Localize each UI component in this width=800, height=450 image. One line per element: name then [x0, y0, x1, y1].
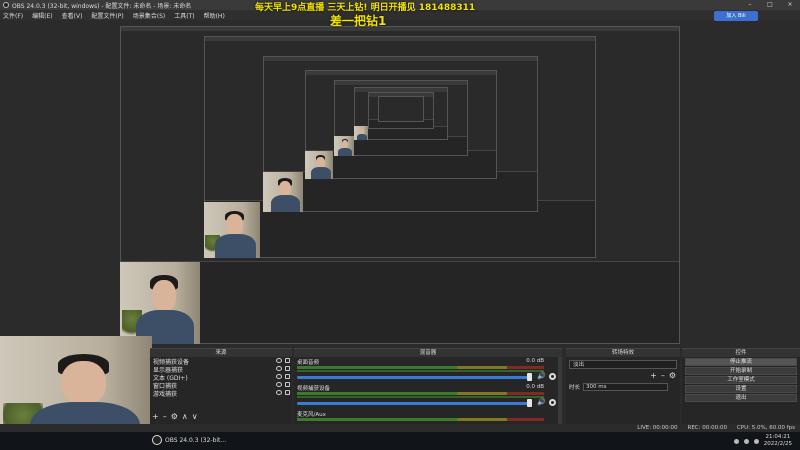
transition-select[interactable]: 淡出	[569, 360, 677, 369]
volume-slider[interactable]	[297, 402, 532, 405]
battery-icon[interactable]	[753, 438, 759, 444]
taskbar: OBS 24.0.3 (32-bit... 21:04:21 2022/2/25	[0, 432, 800, 450]
duration-label: 时长	[569, 385, 581, 391]
volume-meter-peak	[297, 396, 544, 398]
nested-webcam-4	[305, 151, 333, 179]
gear-icon[interactable]	[549, 399, 556, 406]
visibility-icon[interactable]	[276, 390, 282, 395]
menu-scene-collection[interactable]: 场景集合(S)	[133, 11, 166, 20]
nested-webcam-3	[263, 172, 303, 212]
rec-time: REC: 00:00:00	[687, 425, 727, 431]
gear-icon[interactable]	[549, 373, 556, 380]
volume-slider[interactable]	[297, 376, 532, 379]
exit-button[interactable]: 退出	[685, 394, 797, 402]
visibility-icon[interactable]	[276, 366, 282, 371]
lock-icon[interactable]	[285, 366, 290, 371]
clock-time: 21:04:21	[765, 434, 791, 440]
minimize-button[interactable]: –	[740, 0, 760, 10]
transition-tools: + – ⚙	[650, 371, 676, 380]
nested-webcam-2	[204, 202, 260, 258]
lock-icon[interactable]	[285, 382, 290, 387]
cpu-usage: CPU: 5.0%, 60.00 fps	[736, 425, 795, 431]
status-bar: LIVE: 00:00:00 REC: 00:00:00 CPU: 5.0%, …	[0, 424, 800, 432]
menu-tools[interactable]: 工具(T)	[174, 11, 194, 20]
clock[interactable]: 21:04:21 2022/2/25	[764, 434, 792, 448]
controls-dock: 控件 停止推流 开始录制 工作室模式 设置 退出	[682, 348, 800, 435]
volume-meter	[297, 392, 544, 395]
taskbar-obs-item[interactable]: OBS 24.0.3 (32-bit...	[152, 435, 226, 445]
source-item[interactable]: 游戏捕获	[150, 389, 292, 398]
obs-logo-icon	[152, 435, 162, 445]
remove-transition-button[interactable]: –	[661, 371, 665, 380]
source-settings-button[interactable]: ⚙	[171, 412, 178, 421]
obs-window: OBS 24.0.3 (32-bit, windows) - 配置文件: 未命名…	[0, 0, 800, 450]
menu-help[interactable]: 帮助(H)	[204, 11, 225, 20]
transition-settings-button[interactable]: ⚙	[669, 371, 676, 380]
transitions-dock: 转场特效 淡出 + – ⚙ 时长 300 ms	[566, 348, 680, 435]
transition-duration: 时长 300 ms	[569, 383, 669, 391]
system-tray: 21:04:21 2022/2/25	[733, 434, 792, 448]
visibility-icon[interactable]	[276, 358, 282, 363]
network-icon[interactable]	[733, 438, 739, 444]
volume-icon[interactable]	[743, 438, 749, 444]
volume-meter	[297, 366, 544, 369]
nested-webcam-5	[334, 136, 354, 156]
menu-view[interactable]: 查看(V)	[62, 11, 83, 20]
track-db: 0.0 dB	[526, 384, 544, 390]
remove-source-button[interactable]: –	[163, 412, 167, 421]
sources-toolbar: + – ⚙ ∧ ∨	[152, 412, 198, 421]
nested-webcam-1	[120, 262, 200, 344]
start-recording-button[interactable]: 开始录制	[685, 367, 797, 375]
lock-icon[interactable]	[285, 374, 290, 379]
visibility-icon[interactable]	[276, 382, 282, 387]
mixer-track: 桌面音频 0.0 dB 🔊	[294, 357, 562, 383]
controls-title: 控件	[682, 349, 800, 357]
transitions-title: 转场特效	[566, 349, 680, 357]
clock-date: 2022/2/25	[763, 441, 792, 447]
stream-goal-text: 差一把钻1	[330, 14, 387, 28]
volume-slider-handle[interactable]	[527, 399, 532, 407]
menu-edit[interactable]: 编辑(E)	[32, 11, 52, 20]
menu-file[interactable]: 文件(F)	[3, 11, 23, 20]
mixer-track: 视频捕获设备 0.0 dB 🔊	[294, 383, 562, 409]
stop-streaming-button[interactable]: 停止推流	[685, 358, 797, 366]
volume-meter-peak	[297, 370, 544, 372]
move-up-button[interactable]: ∧	[182, 412, 188, 421]
volume-slider-handle[interactable]	[527, 373, 532, 381]
track-db: 0.0 dB	[526, 358, 544, 364]
duration-input[interactable]: 300 ms	[583, 383, 669, 391]
add-transition-button[interactable]: +	[650, 371, 657, 380]
speaker-icon[interactable]: 🔊	[537, 373, 546, 380]
lock-icon[interactable]	[285, 390, 290, 395]
close-button[interactable]: ×	[780, 0, 800, 10]
speaker-icon[interactable]: 🔊	[537, 399, 546, 406]
visibility-icon[interactable]	[276, 374, 282, 379]
mixer-dock: 混音器 桌面音频 0.0 dB 🔊 视频捕获设备 0.0 dB 🔊 麦克风/Au…	[294, 348, 562, 435]
lock-icon[interactable]	[285, 358, 290, 363]
join-button[interactable]: 加入 Bili	[714, 11, 758, 21]
nested-frame-8	[378, 96, 424, 122]
maximize-button[interactable]: □	[760, 0, 780, 10]
track-name: 麦克风/Aux	[297, 412, 326, 418]
track-name: 桌面音频	[297, 360, 320, 366]
window-title: OBS 24.0.3 (32-bit, windows) - 配置文件: 未命名…	[12, 2, 192, 10]
obs-logo-icon	[3, 2, 9, 8]
volume-meter	[297, 418, 544, 421]
track-name: 视频捕获设备	[297, 386, 331, 392]
mixer-title: 混音器	[294, 349, 562, 357]
settings-button[interactable]: 设置	[685, 385, 797, 393]
stream-banner-text: 每天早上9点直播 三天上钻! 明日开播见 181488311	[255, 3, 476, 13]
nested-webcam-6	[354, 126, 368, 140]
studio-mode-button[interactable]: 工作室模式	[685, 376, 797, 384]
move-down-button[interactable]: ∨	[192, 412, 198, 421]
live-time: LIVE: 00:00:00	[637, 425, 678, 431]
preview-canvas[interactable]	[120, 26, 680, 344]
sources-dock: 来源 视频捕获设备 显示器捕获 文本 (GDI+) 窗口捕获 游戏捕获 + – …	[150, 348, 292, 435]
add-source-button[interactable]: +	[152, 412, 159, 421]
taskbar-obs-label: OBS 24.0.3 (32-bit...	[165, 436, 227, 444]
menu-profile[interactable]: 配置文件(P)	[91, 11, 123, 20]
window-controls: – □ ×	[740, 0, 800, 10]
